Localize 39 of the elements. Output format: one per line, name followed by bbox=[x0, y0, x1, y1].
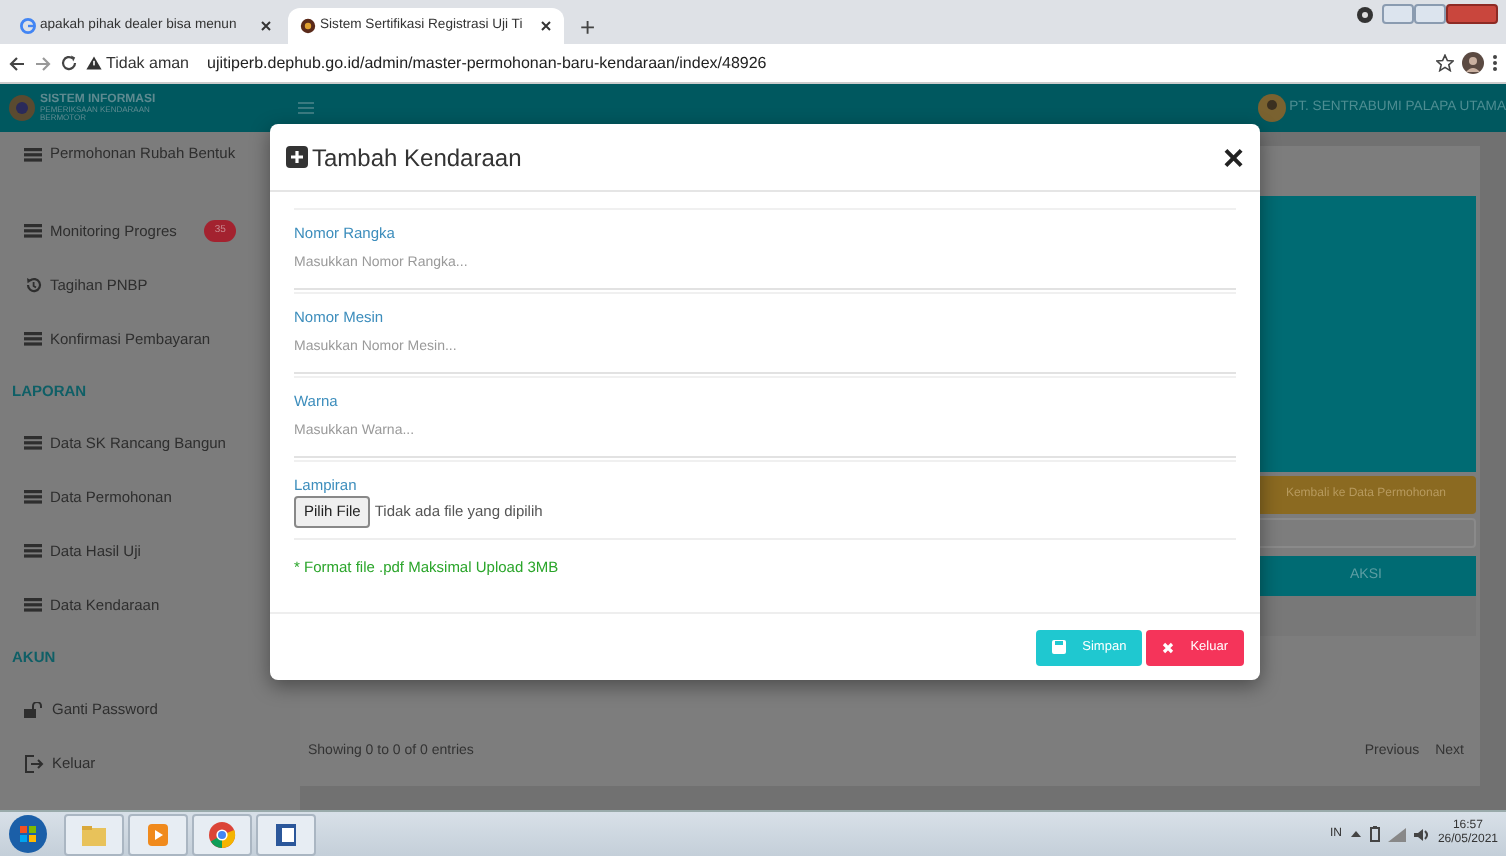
save-icon bbox=[1052, 640, 1067, 654]
chrome-icon[interactable] bbox=[206, 819, 238, 849]
star-icon[interactable] bbox=[1436, 54, 1454, 72]
close-icon bbox=[1162, 641, 1175, 653]
warning-icon bbox=[86, 56, 102, 70]
volume-icon[interactable] bbox=[1413, 827, 1430, 841]
sign-out-icon bbox=[24, 753, 44, 773]
plus-square-icon bbox=[286, 146, 308, 168]
media-player-icon[interactable] bbox=[142, 819, 174, 849]
history-icon bbox=[24, 276, 42, 294]
list-icon bbox=[24, 436, 42, 450]
modal-title: Tambah Kendaraan bbox=[312, 141, 522, 175]
list-icon bbox=[24, 332, 42, 346]
unlock-icon bbox=[24, 701, 44, 717]
back-icon[interactable] bbox=[8, 55, 26, 71]
list-icon bbox=[24, 598, 42, 612]
reload-icon[interactable] bbox=[60, 54, 78, 72]
search-field[interactable] bbox=[1256, 518, 1476, 548]
new-tab-button[interactable]: + bbox=[568, 14, 608, 40]
url-field[interactable]: ujitiperb.dephub.go.id/admin/master-permohonan-baru-kendaraan/index/48926 bbox=[207, 51, 767, 75]
more-icon[interactable] bbox=[1492, 54, 1498, 72]
record-icon bbox=[1356, 5, 1374, 23]
site-emblem-icon bbox=[300, 18, 316, 34]
security-label: Tidak aman bbox=[106, 51, 189, 75]
start-orb-icon[interactable] bbox=[8, 814, 48, 854]
battery-icon[interactable] bbox=[1369, 826, 1380, 842]
close-icon[interactable] bbox=[260, 20, 272, 32]
close-button[interactable]: × bbox=[1222, 139, 1244, 175]
close-icon[interactable] bbox=[540, 20, 552, 32]
emblem-icon bbox=[8, 94, 36, 122]
list-icon bbox=[24, 224, 42, 238]
signal-icon[interactable] bbox=[1387, 827, 1406, 841]
show-hidden-icon[interactable] bbox=[1349, 830, 1362, 838]
list-icon bbox=[24, 147, 42, 161]
list-icon bbox=[24, 490, 42, 504]
forward-icon[interactable] bbox=[34, 55, 52, 71]
list-icon bbox=[24, 544, 42, 558]
avatar-icon[interactable] bbox=[1462, 52, 1484, 74]
google-icon bbox=[20, 18, 36, 34]
